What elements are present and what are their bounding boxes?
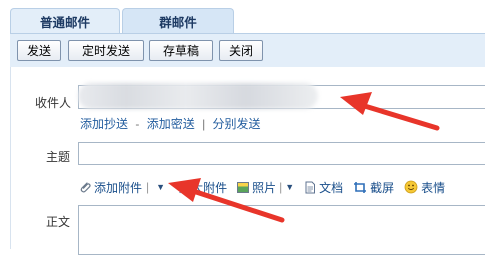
schedule-send-button[interactable]: 定时发送 (68, 40, 144, 61)
photo-button[interactable]: 照片 | ▼ (237, 179, 294, 196)
send-separately-link[interactable]: 分别发送 (213, 117, 261, 131)
emoji-label: 表情 (421, 180, 446, 195)
add-attachment-button[interactable]: 添加附件 | ▼ (78, 179, 165, 196)
add-cc-link[interactable]: 添加抄送 (80, 117, 128, 131)
recipient-links: 添加抄送 - 添加密送 | 分别发送 (80, 115, 261, 132)
dropdown-arrow-icon[interactable]: ▼ (156, 182, 165, 192)
compose-tab-bar: 普通邮件 群邮件 (0, 0, 485, 34)
document-button[interactable]: 文档 (304, 179, 343, 196)
large-attachment-label: 超大附件 (179, 180, 228, 195)
body-editor[interactable] (78, 205, 485, 255)
links-dash-1: - (135, 117, 140, 131)
photo-icon (237, 181, 250, 193)
screenshot-icon (354, 181, 367, 193)
photo-label: 照片 (252, 180, 277, 195)
subject-input[interactable] (78, 142, 485, 165)
close-button[interactable]: 关闭 (219, 40, 263, 61)
recipient-redacted-blur (78, 83, 318, 109)
recipient-label: 收件人 (35, 96, 72, 110)
tab-normal-mail[interactable]: 普通邮件 (10, 8, 120, 34)
save-draft-button[interactable]: 存草稿 (149, 40, 213, 61)
screenshot-button[interactable]: 截屏 (353, 179, 394, 196)
add-attachment-label: 添加附件 (94, 180, 143, 195)
paperclip-icon (80, 182, 91, 193)
body-label: 正文 (46, 215, 71, 229)
large-attachment-button[interactable]: 超大附件 (179, 179, 227, 196)
send-button[interactable]: 发送 (17, 40, 61, 61)
document-icon (305, 181, 316, 193)
document-label: 文档 (319, 180, 344, 195)
links-bar: | (202, 117, 206, 131)
screenshot-label: 截屏 (370, 180, 395, 195)
photo-dropdown-icon[interactable]: ▼ (285, 182, 294, 192)
compose-toolbar: 发送 定时发送 存草稿 关闭 (10, 33, 485, 67)
subject-label: 主题 (46, 150, 71, 164)
tab-group-mail[interactable]: 群邮件 (122, 8, 234, 34)
emoji-button[interactable]: 表情 (404, 179, 445, 196)
attachment-toolbar: 添加附件 | ▼ 超大附件 照片 | ▼ 文档 截屏 表情 (78, 178, 455, 196)
emoji-icon (404, 180, 418, 194)
add-bcc-link[interactable]: 添加密送 (147, 117, 195, 131)
